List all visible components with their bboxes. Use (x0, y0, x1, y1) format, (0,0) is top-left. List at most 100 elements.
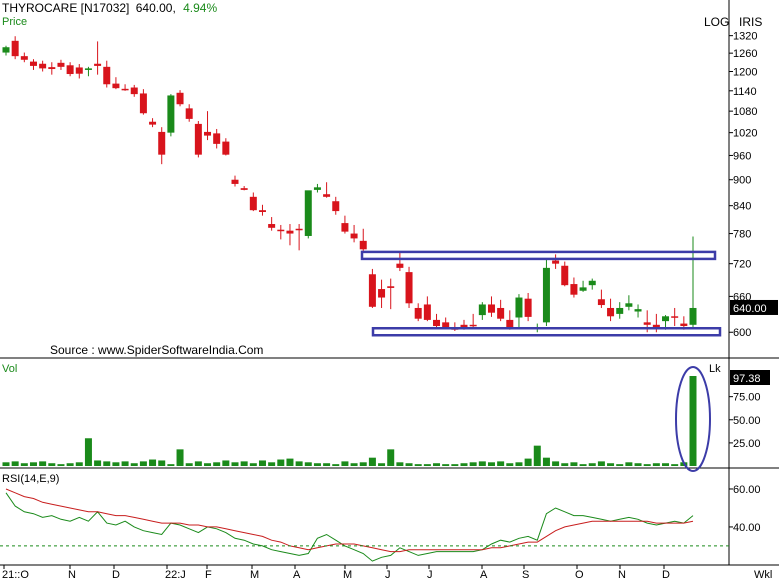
volume-tick-label: 25.00 (733, 438, 761, 450)
candle-body (213, 133, 221, 144)
time-axis-label: S (522, 569, 529, 581)
candle-body (39, 63, 47, 69)
candle-body (460, 324, 468, 328)
last-volume-label: 97.38 (733, 373, 761, 385)
volume-bar (84, 438, 92, 466)
price-tick-label: 960 (733, 150, 751, 162)
time-axis-label: D (112, 569, 120, 581)
volume-tick-label: 75.00 (733, 392, 761, 404)
volume-bar (625, 462, 633, 466)
candle-body (204, 131, 212, 136)
volume-bar (66, 463, 74, 466)
candle-body (332, 201, 340, 212)
price-axis: 1320 1260 1200 1140 1080 1020 960 900 840 780 720 6… (729, 31, 778, 339)
volume-bar (20, 463, 28, 466)
candle-body (149, 121, 157, 125)
volume-bar (277, 459, 285, 466)
candle-body (625, 303, 633, 307)
candle-body (185, 108, 193, 119)
volume-bar (570, 462, 578, 466)
volume-bar (332, 464, 340, 466)
candle-body (84, 68, 92, 70)
price-tick-label: 900 (733, 175, 751, 187)
candle-body (689, 307, 697, 325)
candle-body (442, 322, 450, 328)
candle-body (11, 40, 19, 57)
volume-bar (240, 461, 248, 466)
candle-body (341, 223, 349, 232)
candle-body (597, 299, 605, 306)
volume-bar (469, 462, 477, 466)
volume-bar (689, 376, 697, 466)
volume-bar (607, 463, 615, 466)
rsi-panel-label: RSI(14,E,9) (2, 473, 59, 485)
volume-bar (75, 462, 83, 466)
volume-bar (158, 460, 166, 466)
candle-body (240, 188, 248, 190)
candle-body (396, 263, 404, 268)
volume-bar (57, 464, 65, 466)
time-axis-label: Wkl (754, 569, 772, 581)
volume-bar (48, 463, 56, 466)
volume-bar (506, 463, 514, 466)
volume-tick-label: 50.00 (733, 415, 761, 427)
time-axis-label: O (575, 569, 584, 581)
price-tick-label: 600 (733, 327, 751, 339)
volume-bar (323, 463, 331, 466)
volume-bar (176, 449, 184, 466)
support-box (371, 326, 722, 337)
volume-bar (359, 462, 367, 466)
time-axis-label: A (480, 569, 488, 581)
candle-body (359, 240, 367, 250)
volume-bar (286, 458, 294, 466)
volume-bar (368, 457, 376, 466)
price-tick-label: 840 (733, 201, 751, 213)
rsi-lines (0, 488, 729, 562)
time-axis-label: N (618, 569, 626, 581)
time-axis-label: 22:J (165, 569, 186, 581)
rsi-signal-line (5, 488, 694, 553)
time-axis-label: F (205, 569, 212, 581)
volume-bar (643, 464, 651, 466)
candle-body (634, 309, 642, 312)
volume-bar (268, 462, 276, 466)
volume-bar (258, 460, 266, 466)
candle-body (643, 322, 651, 325)
candle-body (48, 67, 56, 70)
volume-bar (652, 463, 660, 466)
candle-body (680, 323, 688, 327)
volume-bar (194, 461, 202, 466)
candle-body (268, 224, 276, 228)
last-price-label: 640.00 (733, 303, 767, 315)
volume-bar (487, 462, 495, 466)
volume-bar (350, 463, 358, 466)
time-axis-label: M (250, 569, 259, 581)
candle-body (130, 87, 138, 95)
volume-bar (497, 461, 505, 466)
rsi-tick-label: 60.00 (733, 484, 761, 496)
price-tick-label: 720 (733, 259, 751, 271)
volume-bar (396, 462, 404, 466)
candle-body (423, 304, 431, 320)
price-tick-label: 1320 (733, 31, 757, 43)
candle-body (121, 88, 129, 91)
volume-bar (515, 462, 523, 466)
candle-body (176, 92, 184, 105)
volume-bar (597, 461, 605, 466)
candle-body (194, 123, 202, 155)
rsi-tick-label: 40.00 (733, 522, 761, 534)
candle-body (662, 316, 670, 322)
candle-body (277, 229, 285, 232)
candle-body (588, 280, 596, 286)
price-tick-label: 1080 (733, 106, 757, 118)
candle-body (295, 228, 303, 231)
volume-bar (616, 464, 624, 466)
volume-bar (533, 445, 541, 466)
volume-bar (121, 461, 129, 466)
candle-body (2, 47, 10, 53)
volume-bar (11, 461, 19, 466)
volume-bar (442, 464, 450, 466)
volume-bar (478, 461, 486, 466)
candle-body (414, 307, 422, 319)
candle-body (258, 210, 266, 213)
